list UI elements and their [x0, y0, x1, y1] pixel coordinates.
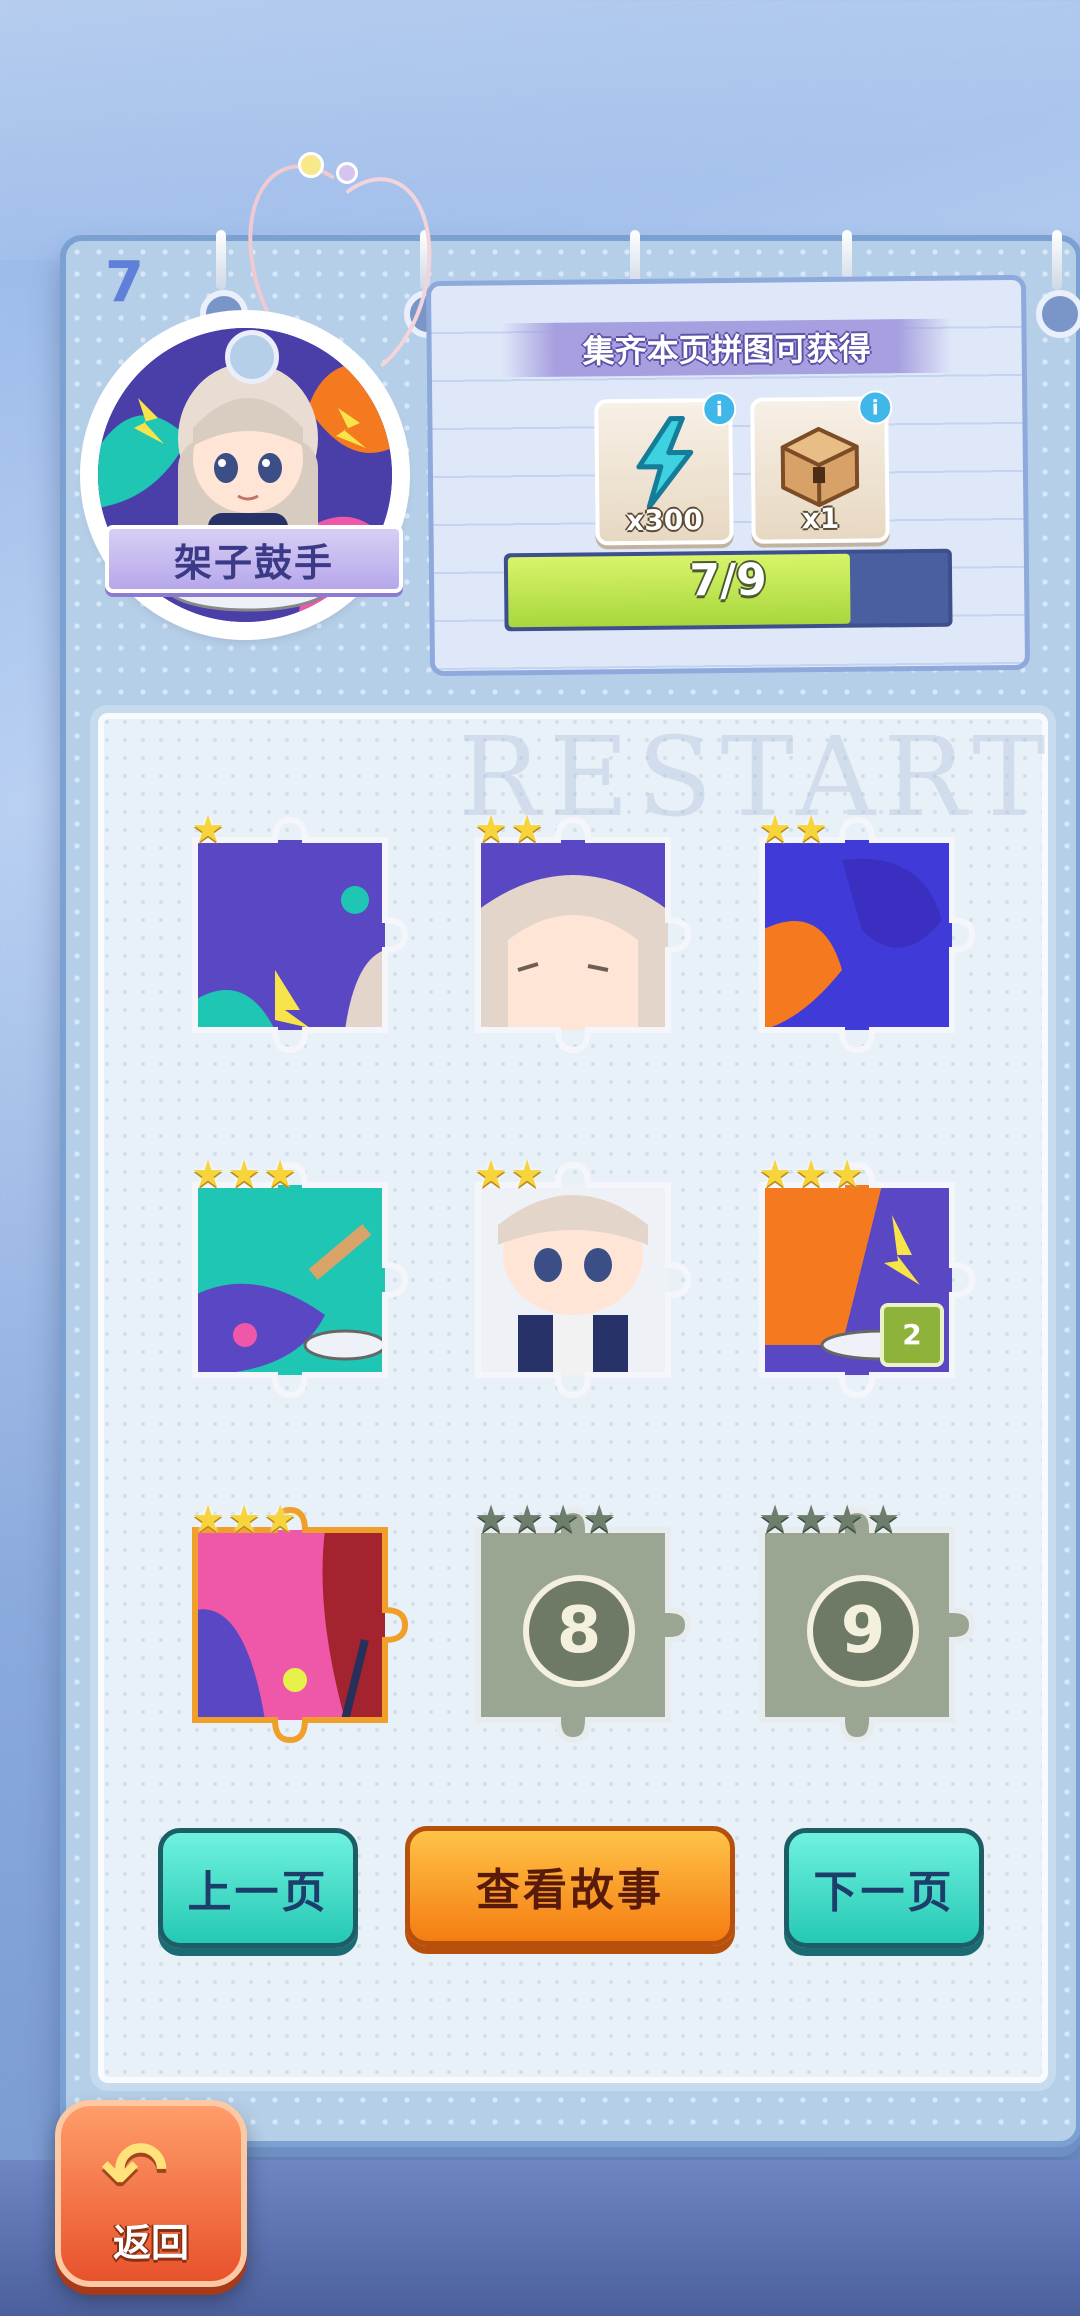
back-arrow-icon: ↶ [101, 2124, 169, 2217]
puzzle-piece-4[interactable]: ★ ★ ★ [191, 1155, 409, 1399]
star-icon: ★ [510, 807, 545, 851]
binder-ring [1036, 290, 1080, 338]
star-icon: ★ [830, 1497, 865, 1541]
back-button-label: 返回 [112, 2221, 189, 2265]
collection-progress-label: 7/9 [689, 554, 768, 607]
puzzle-piece-2[interactable]: ★ ★ [474, 810, 692, 1054]
view-story-button[interactable]: 查看故事 [405, 1826, 735, 1946]
piece-star-rating: ★ ★ ★ [758, 1155, 864, 1193]
piece-star-rating: ★ ★ ★ ★ [758, 1500, 900, 1538]
background-light-streak [0, 0, 1080, 260]
star-icon: ★ [191, 807, 226, 851]
piece-star-rating: ★ ★ [474, 810, 544, 848]
reward-card: 集齐本页拼图可获得 i x300 i x1 7/9 [425, 274, 1031, 677]
star-icon: ★ [510, 1152, 545, 1196]
puzzle-piece-art [192, 816, 409, 1054]
star-icon: ★ [758, 807, 793, 851]
duplicate-count-badge: 2 [880, 1303, 944, 1367]
puzzle-piece-7[interactable]: ★ ★ ★ [191, 1500, 409, 1744]
string-bead-icon [336, 162, 358, 184]
energy-info-icon[interactable]: i [702, 391, 737, 427]
star-icon: ★ [758, 1152, 793, 1196]
star-icon: ★ [191, 1152, 226, 1196]
page-number: 7 [105, 250, 144, 315]
puzzle-piece-9[interactable]: ★ ★ ★ ★ 9 [758, 1500, 976, 1744]
puzzle-piece-6[interactable]: ★ ★ ★ 2 [758, 1155, 976, 1399]
chest-quantity: x1 [801, 501, 840, 536]
binder-hook [1052, 230, 1062, 290]
star-icon: ★ [794, 807, 829, 851]
collection-progress-bar: 7/9 [503, 548, 953, 632]
puzzle-piece-3[interactable]: ★ ★ [758, 810, 976, 1054]
next-page-button[interactable]: 下一页 [784, 1828, 984, 1948]
badge-hole [225, 330, 279, 384]
energy-quantity: x300 [626, 503, 703, 538]
reward-item-chest[interactable]: i x1 [750, 390, 893, 544]
star-icon: ★ [758, 1497, 793, 1541]
puzzle-piece-8[interactable]: ★ ★ ★ ★ 8 [474, 1500, 692, 1744]
piece-star-rating: ★ ★ ★ [191, 1155, 297, 1193]
locked-piece-number: 9 [807, 1575, 919, 1687]
star-icon: ★ [830, 1152, 865, 1196]
piece-star-rating: ★ ★ ★ ★ [474, 1500, 616, 1538]
star-icon: ★ [474, 1497, 509, 1541]
locked-piece-number: 8 [523, 1575, 635, 1687]
puzzle-piece-art [759, 816, 976, 1054]
puzzle-piece-art [475, 1161, 692, 1399]
reward-item-energy[interactable]: i x300 [594, 391, 737, 546]
star-icon: ★ [794, 1152, 829, 1196]
string-bead-icon [298, 152, 324, 178]
star-icon: ★ [546, 1497, 581, 1541]
star-icon: ★ [474, 1152, 509, 1196]
back-button[interactable]: ↶ 返回 [55, 2100, 247, 2287]
star-icon: ★ [794, 1497, 829, 1541]
binder-hook [216, 230, 226, 290]
puzzle-piece-5[interactable]: ★ ★ [474, 1155, 692, 1399]
piece-star-rating: ★ ★ [758, 810, 828, 848]
star-icon: ★ [263, 1152, 298, 1196]
piece-star-rating: ★ [191, 810, 225, 848]
star-icon: ★ [510, 1497, 545, 1541]
star-icon: ★ [227, 1152, 262, 1196]
star-icon: ★ [474, 807, 509, 851]
star-icon: ★ [191, 1497, 226, 1541]
chest-info-icon[interactable]: i [858, 390, 893, 425]
star-icon: ★ [582, 1497, 617, 1541]
badge-title-ribbon: 架子鼓手 [105, 525, 403, 593]
star-icon: ★ [263, 1497, 298, 1541]
reward-title: 集齐本页拼图可获得 [501, 318, 952, 378]
prev-page-button[interactable]: 上一页 [158, 1828, 358, 1948]
puzzle-piece-1[interactable]: ★ [191, 810, 409, 1054]
star-icon: ★ [227, 1497, 262, 1541]
piece-star-rating: ★ ★ ★ [191, 1500, 297, 1538]
piece-star-rating: ★ ★ [474, 1155, 544, 1193]
star-icon: ★ [866, 1497, 901, 1541]
puzzle-piece-art [475, 816, 692, 1054]
